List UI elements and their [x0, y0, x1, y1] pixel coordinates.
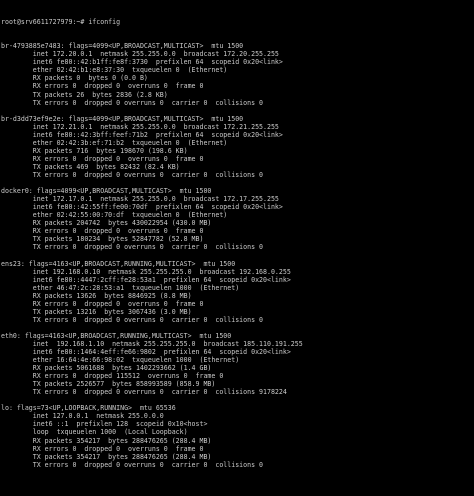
output-line: TX errors 0 dropped 0 overruns 0 carrier… — [1, 170, 264, 179]
output-line: ether 02:42:55:00:70:df txqueuelen 0 (Et… — [1, 211, 228, 220]
output-line: TX errors 0 dropped 0 overruns 0 carrier… — [1, 243, 264, 252]
output-line: eth0: flags=4163<UP,BROADCAST,RUNNING,MU… — [1, 331, 232, 340]
output-line: ether 46:47:2c:28:53:a1 txqueuelen 1000 … — [1, 283, 240, 292]
output-line: br-d3dd73ef9e2e: flags=4099<UP,BROADCAST… — [1, 114, 244, 123]
output-line: inet6 fe80::42:55ff:fe00:70df prefixlen … — [1, 203, 283, 212]
output-line: ether 02:42:3b:ef:71:b2 txqueuelen 0 (Et… — [1, 138, 228, 147]
output-line: inet6 fe80::1464:4eff:fe66:9802 prefixle… — [1, 348, 291, 357]
output-line: RX packets 13626 bytes 8846925 (8.8 MB) — [1, 291, 192, 300]
output-line: inet 172.17.0.1 netmask 255.255.0.0 broa… — [1, 195, 279, 204]
output-line: RX packets 204742 bytes 430022954 (430.0… — [1, 219, 212, 228]
output-line: RX packets 0 bytes 0 (0.0 B) — [1, 74, 148, 83]
shell-prompt: root@srv6611727979:~# ifconfig — [1, 18, 121, 27]
output-line: br-4793885e7483: flags=4099<UP,BROADCAST… — [1, 42, 244, 51]
output-line: inet6 ::1 prefixlen 128 scopeid 0x10<hos… — [1, 420, 208, 429]
output-line: inet 172.21.0.1 netmask 255.255.0.0 broa… — [1, 122, 279, 131]
output-line: TX packets 354217 bytes 288476265 (288.4… — [1, 452, 212, 461]
output-line: RX errors 0 dropped 0 overruns 0 frame 0 — [1, 444, 204, 453]
output-line: TX packets 2526577 bytes 858993589 (858.… — [1, 380, 216, 389]
output-line: TX errors 0 dropped 0 overruns 0 carrier… — [1, 460, 264, 469]
output-line: TX errors 0 dropped 0 overruns 0 carrier… — [1, 98, 264, 107]
output-line: docker0: flags=4099<UP,BROADCAST,MULTICA… — [1, 187, 212, 196]
output-line: inet6 fe80::42:3bff:feef:71b2 prefixlen … — [1, 130, 283, 139]
output-line: RX errors 0 dropped 115512 overruns 0 fr… — [1, 372, 224, 381]
output-line: RX errors 0 dropped 0 overruns 0 frame 0 — [1, 154, 204, 163]
output-line: ens23: flags=4163<UP,BROADCAST,RUNNING,M… — [1, 259, 236, 268]
terminal-window[interactable]: root@srv6611727979:~# ifconfig br-479388… — [0, 0, 474, 496]
output-line: inet 192.168.0.10 netmask 255.255.255.0 … — [1, 267, 291, 276]
output-line: TX packets 13216 bytes 3067436 (3.0 MB) — [1, 307, 192, 316]
output-line: RX errors 0 dropped 0 overruns 0 frame 0 — [1, 299, 204, 308]
output-line: TX packets 180234 bytes 52847782 (52.8 M… — [1, 235, 204, 244]
output-line: ether 02:42:b1:e8:37:30 txqueuelen 0 (Et… — [1, 66, 228, 75]
output-line: RX packets 5061688 bytes 1402293662 (1.4… — [1, 364, 212, 373]
output-line: RX packets 354217 bytes 288476265 (288.4… — [1, 436, 212, 445]
output-line: inet 127.0.0.1 netmask 255.0.0.0 — [1, 412, 164, 421]
ifconfig-output: br-4793885e7483: flags=4099<UP,BROADCAST… — [1, 42, 474, 477]
output-line: RX errors 0 dropped 0 overruns 0 frame 0 — [1, 227, 204, 236]
output-line: loop txqueuelen 1000 (Local Loopback) — [1, 428, 188, 437]
output-line: TX errors 0 dropped 0 overruns 0 carrier… — [1, 315, 264, 324]
output-line: TX errors 0 dropped 0 overruns 0 carrier… — [1, 388, 287, 397]
output-line: RX packets 716 bytes 198670 (198.6 KB) — [1, 146, 188, 155]
output-line: inet 192.168.1.10 netmask 255.255.255.0 … — [1, 339, 303, 348]
output-line: inet6 fe80::4447:2cff:fe28:53a1 prefixle… — [1, 275, 291, 284]
output-line: RX errors 0 dropped 0 overruns 0 frame 0 — [1, 82, 204, 91]
output-line: inet6 fe80::42:b1ff:fe8f:3730 prefixlen … — [1, 58, 283, 67]
output-line: lo: flags=73<UP,LOOPBACK,RUNNING> mtu 65… — [1, 404, 176, 413]
output-line: TX packets 26 bytes 2836 (2.8 KB) — [1, 90, 168, 99]
output-line: ether 16:64:4e:66:98:02 txqueuelen 1000 … — [1, 356, 240, 365]
output-line: inet 172.20.0.1 netmask 255.255.0.0 broa… — [1, 50, 279, 59]
output-line: TX packets 469 bytes 82432 (82.4 KB) — [1, 162, 180, 171]
